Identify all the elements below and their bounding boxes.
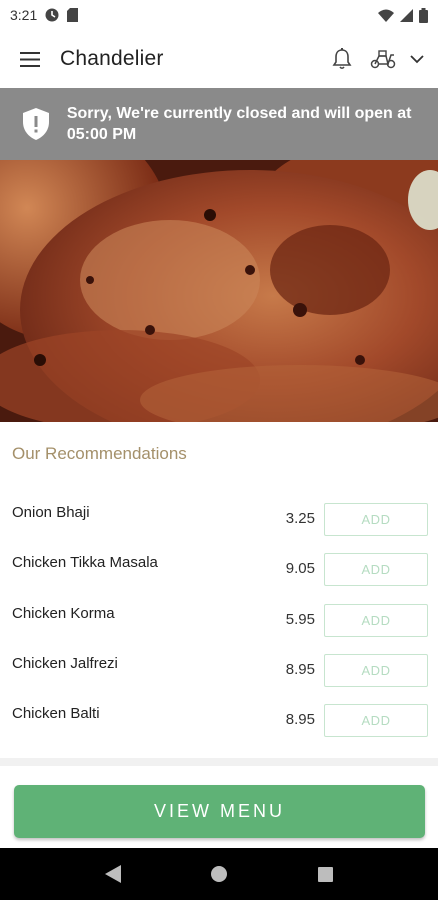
list-item: Chicken Korma 5.95 ADD xyxy=(0,595,438,645)
list-item: Chicken Jalfrezi 8.95 ADD xyxy=(0,645,438,695)
item-price: 5.95 xyxy=(285,610,315,628)
item-price: 8.95 xyxy=(285,660,315,678)
chevron-down-icon xyxy=(410,54,424,63)
hero-food-image xyxy=(0,160,438,422)
item-price: 8.95 xyxy=(285,711,315,729)
closed-banner: Sorry, We're currently closed and will o… xyxy=(0,88,438,160)
app-screen: 3:21 Chandelier Sorry, We're currently c… xyxy=(0,0,438,900)
recommendations-list: Onion Bhaji 3.25 ADD Chicken Tikka Masal… xyxy=(0,494,438,745)
view-menu-button[interactable]: VIEW MENU xyxy=(14,785,425,838)
add-button[interactable]: ADD xyxy=(324,603,428,637)
add-button[interactable]: ADD xyxy=(324,653,428,687)
item-price: 9.05 xyxy=(285,560,315,578)
add-button[interactable]: ADD xyxy=(324,503,428,536)
wifi-icon xyxy=(378,9,394,22)
signal-icon xyxy=(400,8,413,22)
item-name: Chicken Jalfrezi xyxy=(12,654,118,672)
list-item: Chicken Balti 8.95 ADD xyxy=(0,695,438,745)
section-divider xyxy=(0,758,438,766)
item-name: Chicken Tikka Masala xyxy=(12,554,158,572)
item-name: Chicken Korma xyxy=(12,604,115,622)
app-bar: Chandelier xyxy=(0,30,438,88)
system-nav-bar xyxy=(0,848,438,900)
item-name: Chicken Balti xyxy=(12,705,100,723)
app-title: Chandelier xyxy=(60,47,164,70)
battery-icon xyxy=(419,7,428,23)
sim-card-icon xyxy=(67,8,79,22)
sync-icon xyxy=(45,8,59,22)
add-button[interactable]: ADD xyxy=(324,553,428,587)
notifications-button[interactable] xyxy=(332,48,352,70)
recents-icon[interactable] xyxy=(317,866,333,882)
menu-icon xyxy=(20,51,40,67)
add-button[interactable]: ADD xyxy=(324,704,428,738)
status-time: 3:21 xyxy=(10,7,38,23)
closed-message: Sorry, We're currently closed and will o… xyxy=(66,105,412,143)
list-item: Chicken Tikka Masala 9.05 ADD xyxy=(0,544,438,594)
delivery-mode-selector[interactable] xyxy=(370,49,424,69)
menu-button[interactable] xyxy=(0,30,60,88)
recommendations-title: Our Recommendations xyxy=(12,444,187,463)
shield-alert-icon xyxy=(23,108,50,140)
item-price: 3.25 xyxy=(285,510,315,527)
back-icon[interactable] xyxy=(105,865,122,883)
delivery-scooter-icon xyxy=(370,50,396,69)
bell-icon xyxy=(332,48,352,70)
home-icon[interactable] xyxy=(211,866,228,882)
list-item: Onion Bhaji 3.25 ADD xyxy=(0,494,438,544)
status-bar: 3:21 xyxy=(0,0,438,30)
item-name: Onion Bhaji xyxy=(12,504,90,521)
